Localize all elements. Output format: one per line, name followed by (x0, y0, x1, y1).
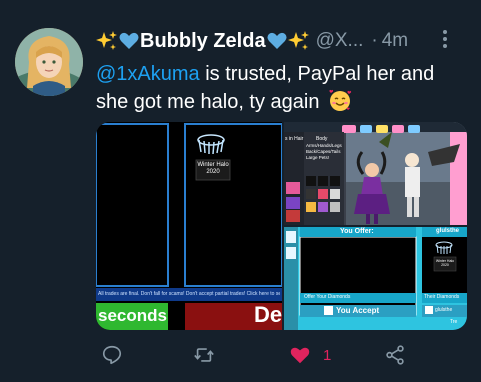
tweet[interactable]: Bubbly Zelda @X... · 4m @1xAkuma is trus… (0, 0, 481, 382)
tweet-header: Bubbly Zelda @X... · 4m (96, 26, 471, 56)
like-button[interactable]: 1 (289, 343, 331, 367)
blue-heart-icon (266, 30, 288, 52)
timestamp[interactable]: 4m (382, 30, 408, 52)
heart-icon (290, 347, 310, 364)
you-accept-checkbox-label[interactable]: You Accept (336, 306, 379, 315)
reply-icon (102, 345, 122, 365)
reply-button[interactable] (101, 343, 123, 367)
media-image-top-right[interactable]: s in Hair Body Arms/Hands/Legs Back/Cape… (284, 122, 467, 225)
decline-label: De (254, 302, 282, 327)
blue-heart-icon (118, 30, 140, 52)
category-list: Arms/Hands/Legs Back/Capes/Tails Large P… (306, 143, 342, 160)
offer-diamonds-label[interactable]: Offer Your Diamonds (304, 294, 350, 300)
avatar[interactable] (15, 28, 83, 96)
media-grid: Winter Halo 2020 All trades are final. D… (96, 122, 467, 330)
sparkles-icon (287, 30, 310, 52)
trade-label: Tre (450, 319, 458, 325)
share-icon (386, 345, 404, 365)
partner-name: glulsthe (436, 228, 460, 234)
their-diamonds-label: Their Diamonds (424, 294, 460, 300)
like-count: 1 (323, 346, 332, 364)
retweet-icon (194, 348, 214, 362)
media-right-column: s in Hair Body Arms/Hands/Legs Back/Cape… (284, 122, 467, 330)
category-header-left: s in Hair (285, 136, 304, 142)
mention-link[interactable]: @1xAkuma (96, 63, 200, 85)
author-name[interactable]: Bubbly Zelda (96, 30, 310, 53)
smiling-face-with-hearts-icon (328, 88, 352, 112)
sparkles-icon (96, 30, 118, 52)
author-display-name: Bubbly Zelda (140, 29, 266, 52)
trade-warning-banner: All trades are final. Don't fall for sca… (98, 291, 280, 297)
tweet-text: @1xAkuma is trusted, PayPal her and she … (96, 60, 468, 116)
partner-accept-label: glulsthe (435, 307, 453, 313)
tweet-text-line2: she got me halo, ty again (96, 91, 320, 113)
mini-item-label: Winter Halo 2020 (435, 259, 455, 267)
share-button[interactable] (384, 343, 406, 367)
media-image-left[interactable]: Winter Halo 2020 All trades are final. D… (96, 122, 282, 330)
item-label: Winter Halo 2020 (197, 162, 229, 175)
separator-dot: · (371, 30, 378, 51)
tweet-text-line1: is trusted, PayPal her and (199, 63, 435, 85)
tweet-actions: 1 (96, 340, 471, 370)
you-offer-label: You Offer: (340, 228, 374, 235)
category-header-right: Body (316, 136, 328, 142)
author-handle[interactable]: @X... (316, 30, 364, 52)
retweet-button[interactable] (193, 343, 215, 367)
more-options-icon[interactable] (439, 28, 451, 50)
timer-label: seconds (98, 306, 167, 325)
media-image-bottom-right[interactable]: You Offer: glulsthe Winter Halo 2020 Off… (284, 227, 467, 330)
